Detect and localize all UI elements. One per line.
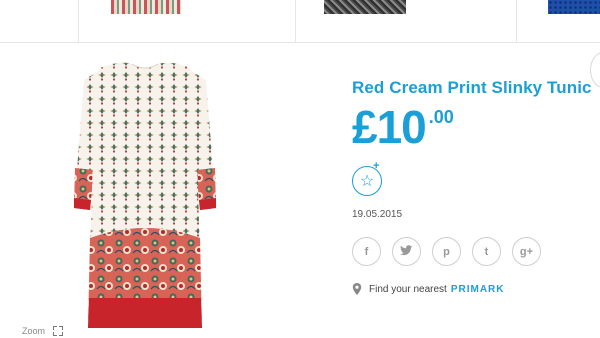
zoom-label: Zoom xyxy=(22,326,46,336)
star-icon: ☆ xyxy=(359,173,375,190)
price-decimal: .00 xyxy=(428,107,454,127)
zoom-button[interactable]: Zoom xyxy=(22,326,64,336)
facebook-share-button[interactable]: f xyxy=(352,237,381,266)
twitter-share-button[interactable] xyxy=(392,237,421,266)
product-title: Red Cream Print Slinky Tunic xyxy=(352,78,592,97)
product-price: £10 .00 xyxy=(352,103,454,151)
google-plus-icon: g+ xyxy=(519,245,534,258)
twitter-icon xyxy=(400,244,413,259)
product-image[interactable] xyxy=(60,58,230,333)
thumb-cell[interactable] xyxy=(516,0,600,42)
product-thumbnail[interactable] xyxy=(324,0,406,14)
brand-name: PRIMARK xyxy=(450,283,505,295)
product-thumbnail[interactable] xyxy=(548,0,600,14)
location-pin-icon xyxy=(352,283,362,295)
pinterest-share-button[interactable]: p xyxy=(432,237,461,266)
thumb-cell[interactable] xyxy=(295,0,517,42)
thumb-cell xyxy=(0,0,79,42)
plus-icon: + xyxy=(373,160,380,172)
thumb-cell[interactable] xyxy=(78,0,296,42)
tumblr-share-button[interactable]: t xyxy=(472,237,501,266)
store-finder-label: Find your nearest xyxy=(369,283,447,295)
expand-icon xyxy=(53,326,64,336)
price-main: £10 xyxy=(352,101,427,153)
google-plus-share-button[interactable]: g+ xyxy=(512,237,541,266)
store-finder-link[interactable]: Find your nearest PRIMARK xyxy=(352,283,505,295)
tumblr-icon: t xyxy=(484,245,489,258)
product-date: 19.05.2015 xyxy=(352,209,403,220)
share-buttons: f p t g+ xyxy=(352,237,541,266)
related-products-strip xyxy=(0,0,600,43)
facebook-icon: f xyxy=(364,245,369,258)
pinterest-icon: p xyxy=(443,245,450,258)
product-thumbnail[interactable] xyxy=(111,0,181,14)
